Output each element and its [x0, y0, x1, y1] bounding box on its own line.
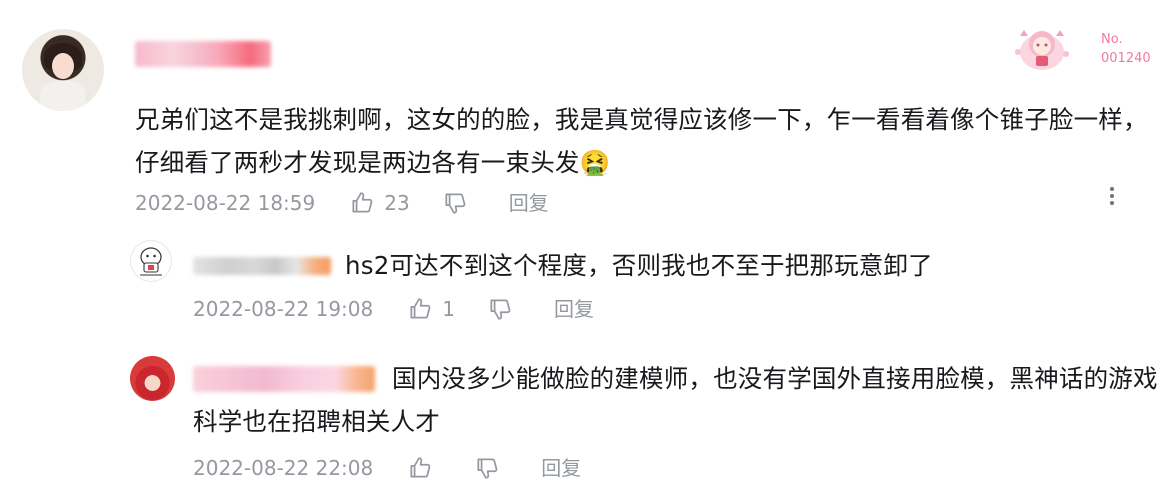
reply-button[interactable]: 回复 [509, 191, 549, 215]
badge-line1: No. [1101, 32, 1123, 47]
reply-meta: 2022-08-22 19:08 1 回复 [193, 296, 594, 322]
dislike-button[interactable] [487, 296, 522, 322]
dislike-button[interactable] [474, 455, 509, 481]
username-blurred[interactable] [135, 41, 271, 67]
thumb-down-icon [490, 299, 511, 320]
avatar-face [52, 53, 74, 79]
reply-username-blurred[interactable] [193, 257, 331, 275]
reply-avatar[interactable] [130, 240, 172, 282]
reply-button[interactable]: 回复 [541, 456, 581, 480]
reply-time: 2022-08-22 19:08 [193, 297, 374, 321]
like-button[interactable] [407, 455, 442, 481]
reply-time: 2022-08-22 22:08 [193, 456, 374, 480]
dislike-button[interactable] [442, 190, 477, 216]
thumb-down-icon [477, 458, 498, 479]
reply-button[interactable]: 回复 [554, 297, 594, 321]
avatar[interactable] [22, 29, 104, 111]
like-count: 23 [384, 191, 410, 215]
thumb-up-icon [352, 192, 373, 213]
comment-text: 兄弟们这不是我挑刺啊，这女的的脸，我是真觉得应该修一下，乍一看看着像个锥子脸一样… [135, 105, 1148, 177]
comment-time: 2022-08-22 18:59 [135, 191, 316, 215]
avatar-body [40, 81, 86, 111]
reply-text: 国内没多少能做脸的建模师，也没有学国外直接用脸模，黑神话的游戏科学也在招聘相关人… [193, 364, 1158, 436]
thumb-down-icon [445, 193, 466, 214]
fan-badge-number: No. 001240 [1101, 30, 1151, 68]
like-count: 1 [442, 297, 455, 321]
reply-text: hs2可达不到这个程度，否则我也不至于把那玩意卸了 [345, 251, 933, 280]
badge-line2: 001240 [1101, 51, 1151, 66]
comment-meta: 2022-08-22 18:59 23 回复 [135, 190, 549, 216]
like-button[interactable]: 1 [407, 296, 455, 322]
fan-badge-image [1008, 22, 1076, 72]
reply-meta: 2022-08-22 22:08 回复 [193, 455, 581, 481]
more-options-icon[interactable] [1104, 184, 1120, 210]
thumb-up-icon [410, 298, 431, 319]
reply-avatar[interactable] [130, 356, 175, 401]
thumb-up-icon [410, 457, 431, 478]
like-button[interactable]: 23 [349, 190, 410, 216]
